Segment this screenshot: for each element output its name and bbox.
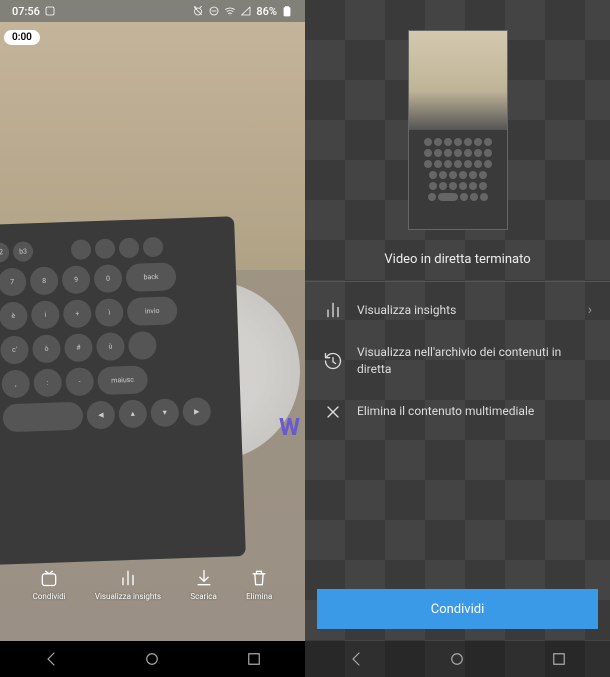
back-button[interactable] — [42, 650, 60, 668]
wifi-icon — [224, 5, 236, 17]
recent-button[interactable] — [245, 650, 263, 668]
recording-duration-badge: 0:00 — [4, 30, 40, 45]
battery-icon — [281, 5, 293, 17]
dnd-icon — [208, 5, 220, 17]
video-thumbnail — [317, 30, 598, 230]
home-button[interactable] — [448, 650, 466, 668]
insights-option[interactable]: Visualizza insights › — [317, 288, 598, 332]
phone-right-screen: Video in diretta terminato Visualizza in… — [305, 0, 610, 677]
history-icon — [323, 351, 343, 371]
delete-action[interactable]: Elimina — [246, 568, 272, 601]
archive-option[interactable]: Visualizza nell'archivio dei contenuti i… — [317, 332, 598, 390]
share-action[interactable]: Condividi — [33, 568, 66, 601]
home-button[interactable] — [143, 650, 161, 668]
alarm-off-icon — [192, 5, 204, 17]
live-video-preview: W b1b2b3 67890back yèi+ìinvio hc'ò#ù n,:… — [0, 22, 305, 641]
options-list: Visualizza insights › Visualizza nell'ar… — [317, 282, 598, 440]
statusbar-left: 07:56 86% — [0, 0, 305, 22]
android-navbar-right — [305, 641, 610, 677]
trash-icon — [249, 568, 269, 588]
back-button[interactable] — [347, 650, 365, 668]
download-action[interactable]: Scarica — [190, 568, 216, 601]
insights-action[interactable]: Visualizza insights — [95, 568, 161, 601]
close-icon — [323, 402, 343, 422]
chevron-right-icon: › — [588, 302, 592, 318]
bar-chart-icon — [118, 568, 138, 588]
igtv-icon — [39, 568, 59, 588]
live-end-actions: Condividi Visualizza insights Scarica El… — [0, 568, 305, 601]
notification-icon — [44, 5, 56, 17]
download-icon — [194, 568, 214, 588]
delete-option[interactable]: Elimina il contenuto multimediale — [317, 390, 598, 434]
recent-button[interactable] — [550, 650, 568, 668]
battery-text: 86% — [256, 5, 277, 18]
phone-left-screen: 07:56 86% — [0, 0, 305, 677]
share-button[interactable]: Condividi — [317, 589, 598, 629]
bar-chart-icon — [323, 300, 343, 320]
android-navbar-left — [0, 641, 305, 677]
live-ended-title: Video in diretta terminato — [317, 240, 598, 281]
signal-icon — [240, 5, 252, 17]
clock-text: 07:56 — [12, 5, 40, 18]
